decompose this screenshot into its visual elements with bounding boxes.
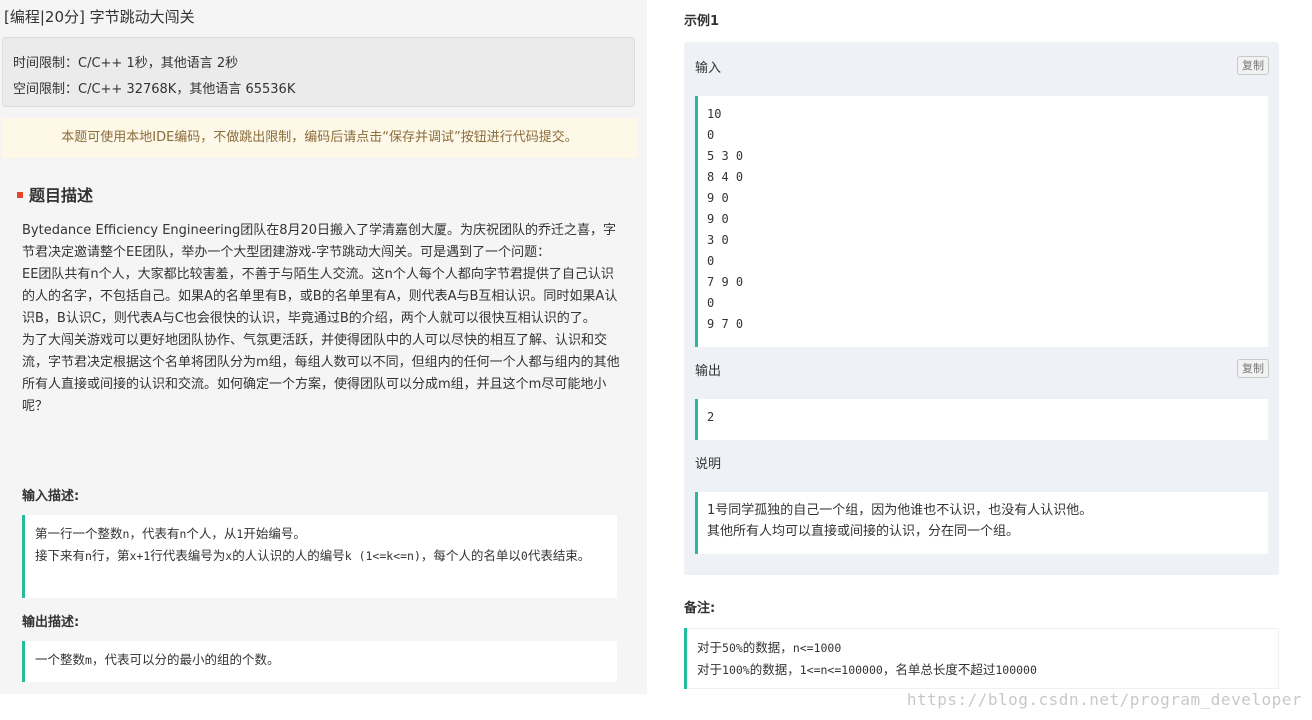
input-line-2: 接下来有n行，第x+1行代表编号为x的人认识的人的编号k (1<=k<=n)，每… (35, 548, 591, 563)
example-card: 输入 复制 10 0 5 3 0 8 4 0 9 0 9 0 3 0 0 7 9… (684, 42, 1279, 575)
example-input-block: 10 0 5 3 0 8 4 0 9 0 9 0 3 0 0 7 9 0 0 9… (695, 96, 1268, 347)
input-line: 7 9 0 (707, 275, 744, 289)
input-line: 10 (707, 107, 722, 121)
copy-output-button[interactable]: 复制 (1237, 359, 1269, 378)
input-label: 输入 (695, 61, 722, 76)
explain-label: 说明 (695, 457, 722, 472)
output-description: 一个整数m，代表可以分的最小的组的个数。 (22, 641, 617, 682)
remarks-line-2: 对于100%的数据，1<=n<=100000，名单总长度不超过100000 (697, 662, 1037, 677)
copy-input-button[interactable]: 复制 (1237, 56, 1269, 75)
time-limit: 时间限制：C/C++ 1秒，其他语言 2秒 (13, 56, 239, 71)
example-explain-block: 1号同学孤独的自己一个组，因为他谁也不认识，也没有人认识他。 其他所有人均可以直… (695, 492, 1268, 554)
notice-bar: 本题可使用本地IDE编码，不做跳出限制，编码后请点击“保存并调试”按钮进行代码提… (2, 118, 637, 158)
problem-description: Bytedance Efficiency Engineering团队在8月20日… (22, 220, 622, 418)
limits-box: 时间限制：C/C++ 1秒，其他语言 2秒 空间限制：C/C++ 32768K，… (2, 37, 635, 107)
input-line: 9 7 0 (707, 317, 744, 331)
input-line: 8 4 0 (707, 170, 744, 184)
remarks-line-1: 对于50%的数据，n<=1000 (697, 640, 842, 655)
input-line: 0 (707, 254, 715, 268)
description-paragraph: 为了大闯关游戏可以更好地团队协作、气氛更活跃，并使得团队中的人可以尽快的相互了解… (22, 333, 620, 414)
example-panel: 示例1 输入 复制 10 0 5 3 0 8 4 0 9 0 9 0 3 0 0… (664, 0, 1312, 720)
explain-line: 1号同学孤独的自己一个组，因为他谁也不认识，也没有人认识他。 (707, 503, 1093, 518)
output-line: 一个整数m，代表可以分的最小的组的个数。 (35, 652, 280, 667)
section-header: 题目描述 (17, 182, 93, 206)
description-paragraph: Bytedance Efficiency Engineering团队在8月20日… (22, 223, 617, 260)
explain-line: 其他所有人均可以直接或间接的认识，分在同一个组。 (707, 524, 1020, 539)
input-line: 0 (707, 296, 715, 310)
section-title: 题目描述 (29, 186, 94, 205)
description-paragraph: EE团队共有n个人，大家都比较害羞，不善于与陌生人交流。这n个人每个人都向字节君… (22, 267, 618, 326)
example-output-block: 2 (695, 399, 1268, 440)
memory-limit: 空间限制：C/C++ 32768K，其他语言 65536K (13, 82, 296, 97)
input-line: 3 0 (707, 233, 729, 247)
input-line: 9 0 (707, 212, 729, 226)
input-line: 0 (707, 128, 715, 142)
remarks-title: 备注: (684, 601, 716, 616)
problem-title: [编程|20分] 字节跳动大闯关 (4, 8, 195, 26)
output-value: 2 (707, 410, 715, 424)
output-label: 输出 (695, 364, 722, 379)
problem-panel: [编程|20分] 字节跳动大闯关 时间限制：C/C++ 1秒，其他语言 2秒 空… (0, 0, 647, 694)
input-line: 5 3 0 (707, 149, 744, 163)
example-title: 示例1 (684, 14, 720, 29)
remarks-box: 对于50%的数据，n<=1000 对于100%的数据，1<=n<=100000，… (684, 628, 1279, 689)
watermark: https://blog.csdn.net/program_developer (906, 690, 1302, 709)
square-icon (17, 191, 23, 198)
input-description: 第一行一个整数n，代表有n个人，从1开始编号。 接下来有n行，第x+1行代表编号… (22, 515, 617, 598)
input-line: 9 0 (707, 191, 729, 205)
input-line-1: 第一行一个整数n，代表有n个人，从1开始编号。 (35, 526, 306, 541)
input-description-heading: 输入描述: (22, 489, 80, 504)
output-description-heading: 输出描述: (22, 615, 80, 630)
